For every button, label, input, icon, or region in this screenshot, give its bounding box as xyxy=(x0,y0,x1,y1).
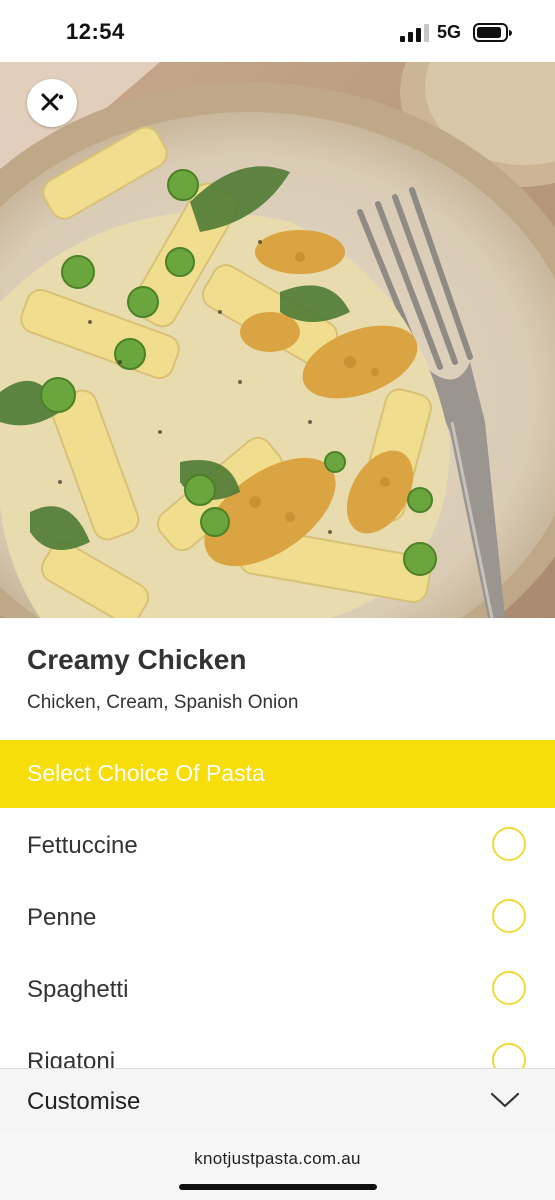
radio-button[interactable] xyxy=(492,899,526,933)
pasta-section-title: Select Choice Of Pasta xyxy=(27,760,265,786)
pasta-dish-illustration xyxy=(0,62,555,618)
url-text: knotjustpasta.com.au xyxy=(194,1149,361,1168)
close-icon xyxy=(41,93,64,111)
close-button[interactable] xyxy=(27,79,77,127)
status-bar: 12:54 5G xyxy=(0,0,555,62)
radio-button[interactable] xyxy=(492,971,526,1005)
item-description: Chicken, Cream, Spanish Onion xyxy=(27,692,299,713)
radio-button[interactable] xyxy=(492,827,526,861)
pasta-option-label: Penne xyxy=(27,904,97,931)
pasta-option-label: Fettuccine xyxy=(27,832,138,859)
pasta-option-label: Spaghetti xyxy=(27,976,129,1003)
network-type: 5G xyxy=(437,22,462,42)
pasta-section-header: Select Choice Of Pasta xyxy=(0,740,555,808)
pasta-option-label: Rigatoni xyxy=(27,1048,116,1068)
pasta-option-fettuccine[interactable]: Fettuccine xyxy=(0,810,555,882)
radio-button[interactable] xyxy=(492,1043,526,1068)
battery-icon xyxy=(473,23,512,42)
customise-label: Customise xyxy=(27,1088,141,1115)
pasta-option-penne[interactable]: Penne xyxy=(0,882,555,954)
pasta-option-rigatoni[interactable]: Rigatoni xyxy=(0,1026,555,1068)
hero-image xyxy=(0,62,555,618)
item-title: Creamy Chicken xyxy=(27,644,247,675)
chevron-down-icon xyxy=(490,1092,520,1108)
pasta-option-spaghetti[interactable]: Spaghetti xyxy=(0,954,555,1026)
status-time: 12:54 xyxy=(66,19,125,44)
customise-toggle[interactable]: Customise xyxy=(0,1068,555,1134)
pasta-options-list: Fettuccine Penne Spaghetti Rigatoni xyxy=(0,810,555,1068)
cellular-signal-icon xyxy=(400,24,429,42)
home-indicator[interactable] xyxy=(179,1184,377,1190)
